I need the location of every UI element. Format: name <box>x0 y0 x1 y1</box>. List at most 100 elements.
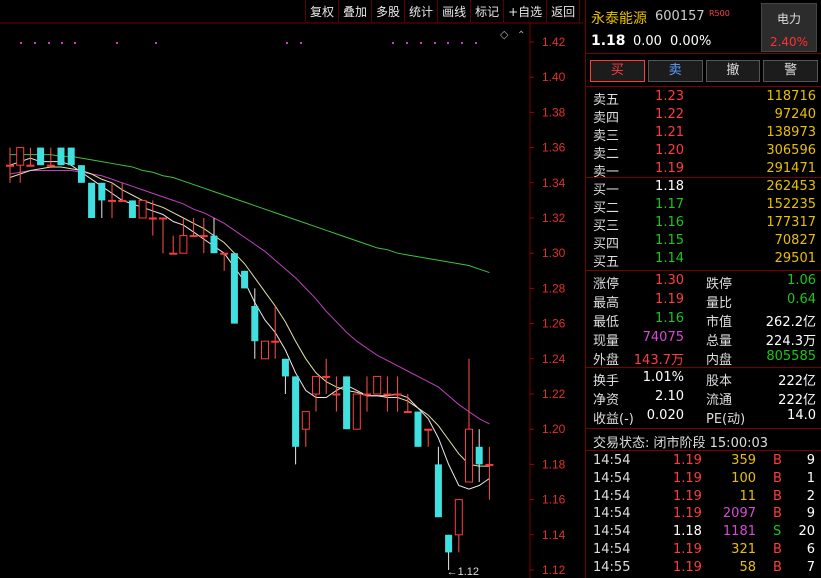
candle-body <box>403 411 412 414</box>
stat-label: 股本 <box>706 374 733 389</box>
candle-body <box>281 358 289 377</box>
ask-row[interactable]: 卖四 1.22 97240 <box>586 106 821 126</box>
stat-value: 1.19 <box>655 292 684 307</box>
candle-body <box>199 235 208 238</box>
bid-row[interactable]: 买三 1.16 177317 <box>586 214 821 234</box>
candle-body <box>343 376 351 430</box>
kline-chart[interactable]: 1.12 1.14 1.16 1.18 1.20 1.22 1.24 1.26 1.28 1.30… <box>0 0 583 578</box>
candle-body <box>301 411 310 430</box>
level-price: 1.22 <box>655 107 684 122</box>
tick-row: 14:54 1.19 11 B 2 <box>586 488 821 506</box>
tick-count: 7 <box>806 559 815 575</box>
sector-box[interactable]: 电力 2.40% <box>761 3 817 52</box>
tick-volume: 58 <box>739 559 756 575</box>
stat-value: 1.01% <box>642 370 684 385</box>
cancel-order-button[interactable]: 撤 <box>705 60 761 82</box>
y-tick-label: 1.20 <box>542 422 566 436</box>
level-volume: 306596 <box>766 143 816 158</box>
stat-value: 1.30 <box>655 273 684 288</box>
sell-button[interactable]: 卖 <box>647 60 703 82</box>
stat-label: 最低 <box>593 315 620 330</box>
marker-dot <box>434 42 436 44</box>
marker-dot <box>461 42 463 44</box>
stat-value: 224.3万 <box>765 334 816 349</box>
stat-row: 收益(-) 0.020 PE(动) 14.0 <box>586 407 821 427</box>
marker-dot <box>34 42 36 44</box>
level-price: 1.16 <box>655 215 684 230</box>
candle-body <box>77 165 85 183</box>
divider <box>586 86 821 87</box>
tick-time: 14:54 <box>593 470 631 486</box>
level-price: 1.19 <box>655 161 684 176</box>
toolbar-item-1[interactable]: 叠加 <box>339 0 373 22</box>
stat-label: 跌停 <box>706 277 733 292</box>
stat-value: 143.7万 <box>633 353 684 368</box>
chart-toolbar: 复权 叠加 多股 统计 画线 标记 +自选 返回 <box>305 0 581 22</box>
buy-button[interactable]: 买 <box>590 60 645 82</box>
tick-row: 14:54 1.19 321 B 6 <box>586 541 821 559</box>
tick-volume: 1181 <box>722 524 756 540</box>
stat-label: 收益(-) <box>593 412 634 427</box>
stock-name[interactable]: 永泰能源 <box>591 8 647 28</box>
chart-panel[interactable]: 1.12 1.14 1.16 1.18 1.20 1.22 1.24 1.26 1.28 1.30… <box>0 0 583 578</box>
trade-status: 交易状态: 闭市阶段 15:00:03 <box>593 436 769 451</box>
stat-row: 外盘 143.7万 内盘 805585 <box>586 348 821 368</box>
candle-body <box>352 393 361 430</box>
stat-row: 涨停 1.30 跌停 1.06 <box>586 272 821 292</box>
toolbar-item-2[interactable]: 多股 <box>372 0 406 22</box>
toolbar-item-4[interactable]: 画线 <box>438 0 472 22</box>
y-tick-label: 1.42 <box>542 35 566 49</box>
candle-body <box>434 464 442 518</box>
tick-row: 14:54 1.19 2097 B 9 <box>586 505 821 523</box>
candle-body <box>67 147 75 166</box>
bid-row[interactable]: 买五 1.14 29501 <box>586 250 821 270</box>
level-price: 1.18 <box>655 179 684 194</box>
tick-row: 14:54 1.18 1181 S 20 <box>586 523 821 541</box>
bid-row[interactable]: 买一 1.18 262453 <box>586 178 821 198</box>
ask-row[interactable]: 卖一 1.19 291471 <box>586 160 821 180</box>
stat-value: 1.16 <box>655 311 684 326</box>
toolbar-item-3[interactable]: 统计 <box>405 0 439 22</box>
ask-row[interactable]: 卖二 1.20 306596 <box>586 142 821 162</box>
bid-row[interactable]: 买二 1.17 152235 <box>586 196 821 216</box>
alert-button[interactable]: 警 <box>763 60 818 82</box>
bid-row[interactable]: 买四 1.15 70827 <box>586 232 821 252</box>
candle-body <box>220 252 229 255</box>
candle-body <box>37 147 45 166</box>
toolbar-item-6[interactable]: +自选 <box>504 0 548 22</box>
stat-label: 量比 <box>706 296 733 311</box>
candle-body <box>373 375 382 395</box>
tick-count: 1 <box>806 470 815 486</box>
level-price: 1.14 <box>655 251 684 266</box>
y-tick-label: 1.36 <box>542 141 566 155</box>
candle-body <box>118 199 127 202</box>
marker-dot <box>48 42 50 44</box>
stat-label: 市值 <box>706 315 733 330</box>
tick-side: B <box>773 542 782 557</box>
stat-row: 换手 1.01% 股本 222亿 <box>586 369 821 389</box>
toolbar-item-0[interactable]: 复权 <box>306 0 340 22</box>
candle-body <box>465 428 473 483</box>
marker-dot <box>155 42 157 44</box>
candle-body <box>383 393 392 396</box>
tick-row: 14:54 1.19 359 B 9 <box>586 452 821 470</box>
tick-time: 14:54 <box>593 506 631 522</box>
tick-count: 2 <box>806 488 815 504</box>
sector-name: 电力 <box>776 12 801 26</box>
stat-label: 涨停 <box>593 277 620 292</box>
toolbar-item-5[interactable]: 标记 <box>471 0 505 22</box>
y-tick-label: 1.34 <box>542 176 566 190</box>
candle-body <box>322 375 331 378</box>
toolbar-item-7[interactable]: 返回 <box>547 0 581 22</box>
sector-change: 2.40% <box>769 35 809 49</box>
ask-row[interactable]: 卖三 1.21 138973 <box>586 124 821 144</box>
stat-value: 222亿 <box>778 374 816 389</box>
trade-status-row: 交易状态: 闭市阶段 15:00:03 <box>586 431 821 451</box>
candle-body <box>128 200 136 218</box>
divider <box>586 367 821 368</box>
tick-count: 20 <box>798 524 815 540</box>
ask-row[interactable]: 卖五 1.23 118716 <box>586 88 821 108</box>
candle-body <box>445 534 453 553</box>
marker-dot <box>300 42 302 44</box>
candle-body <box>230 253 238 324</box>
